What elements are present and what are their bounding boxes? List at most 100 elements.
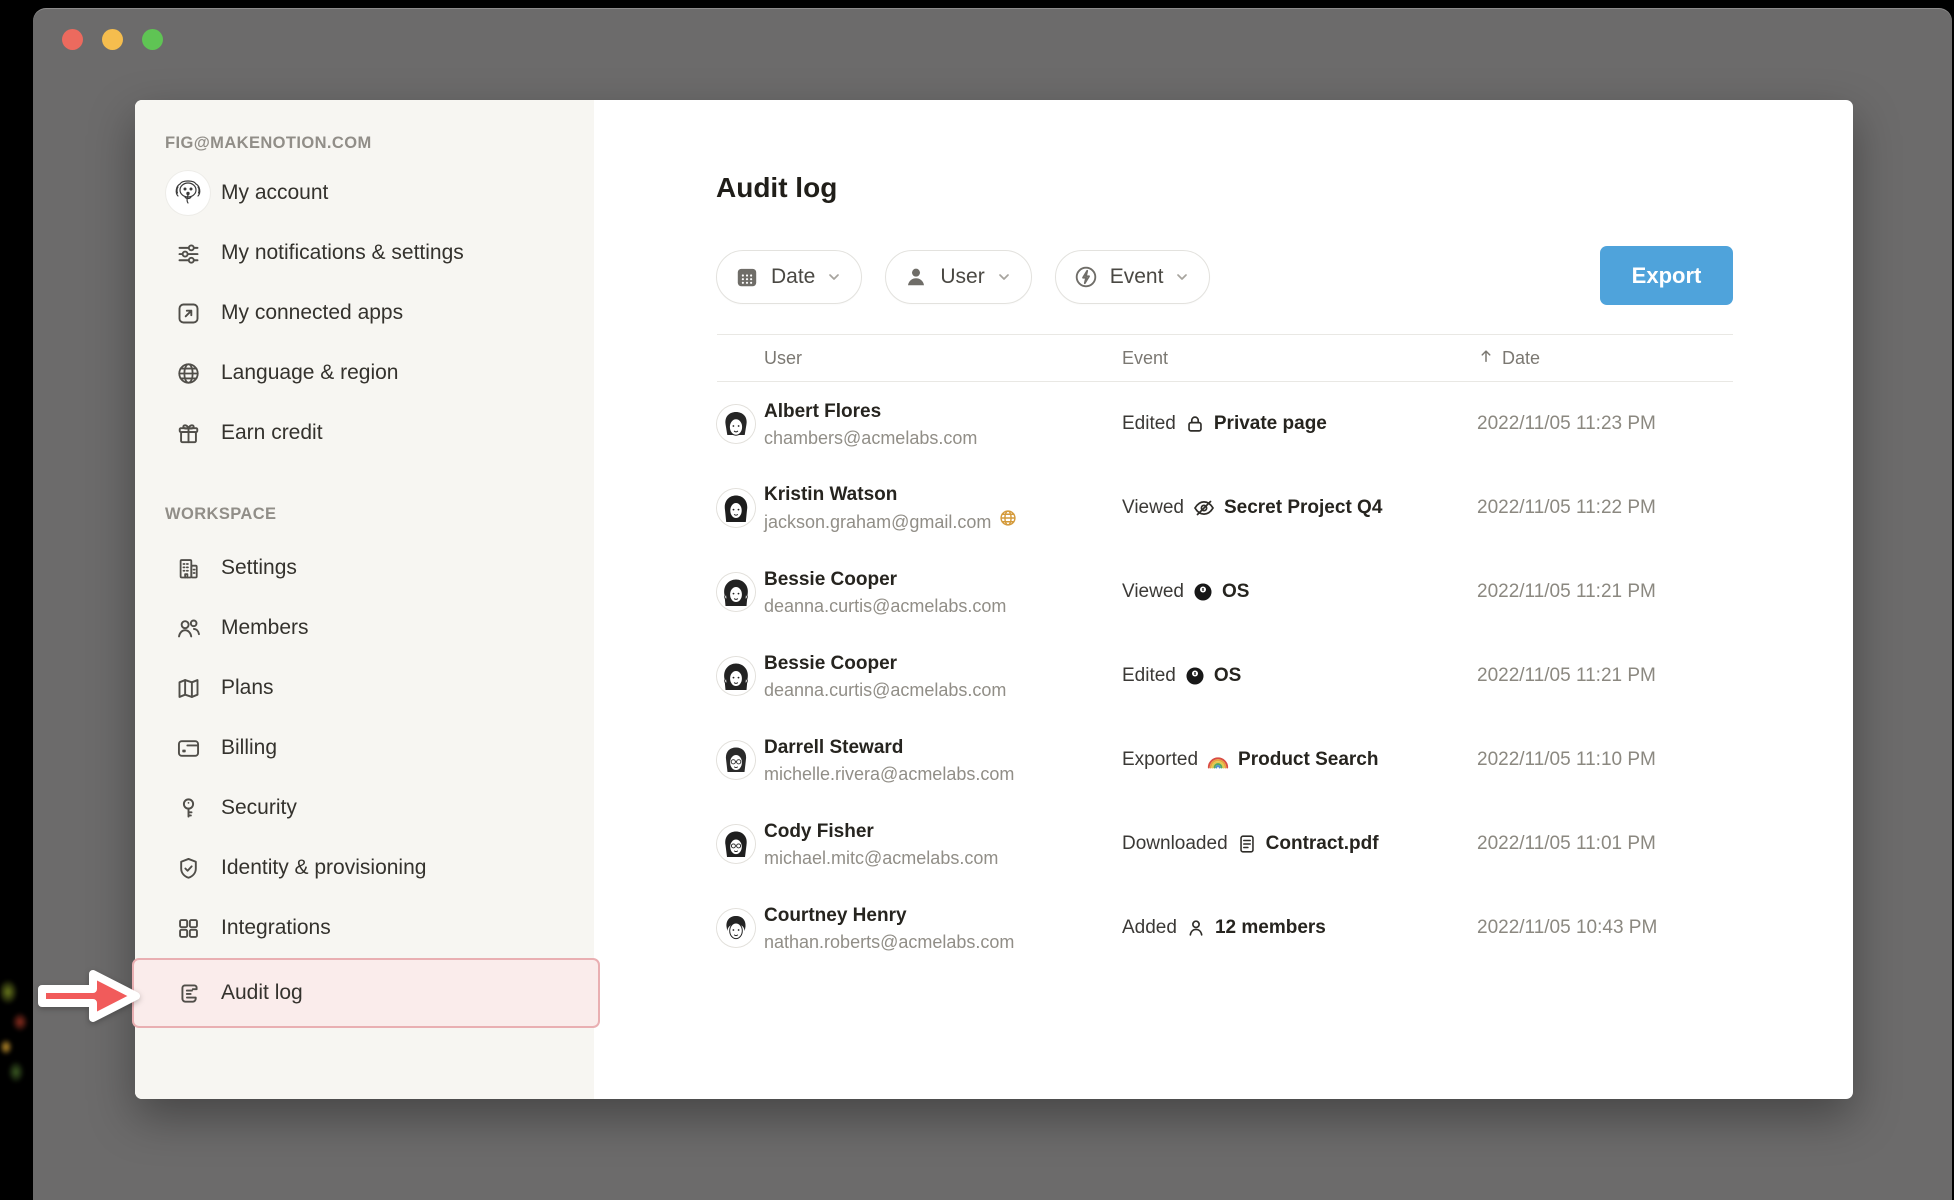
document-icon [1236,833,1258,855]
sidebar-item-notifications-settings[interactable]: My notifications & settings [135,223,594,283]
sidebar-item-label: My account [221,181,328,205]
minimize-button[interactable] [102,29,123,50]
user-name: Bessie Cooper [764,650,1006,677]
column-header-user: User [717,348,1122,369]
chevron-down-icon [996,269,1012,285]
sidebar-item-label: Members [221,616,309,640]
table-row: Albert Flores chambers@acmelabs.com Edit… [717,382,1733,466]
table-row: Cody Fisher michael.mitc@acmelabs.com Do… [717,802,1733,886]
sidebar-item-audit-log[interactable]: Audit log [132,958,600,1028]
desktop-fragment [0,952,34,1102]
user-email: chambers@acmelabs.com [764,425,977,451]
sidebar-item-earn-credit[interactable]: Earn credit [135,403,594,463]
sidebar-item-integrations[interactable]: Integrations [135,898,594,958]
event-filter-button[interactable]: Event [1055,250,1211,304]
event-action: Viewed [1122,497,1184,519]
sidebar-item-members[interactable]: Members [135,598,594,658]
column-header-event: Event [1122,348,1477,369]
table-row: Kristin Watson jackson.graham@gmail.com … [717,466,1733,550]
avatar [717,825,755,863]
people-icon [173,613,203,643]
table-row: Courtney Henry nathan.roberts@acmelabs.c… [717,886,1733,970]
avatar [717,657,755,695]
table-row: Bessie Cooper deanna.curtis@acmelabs.com… [717,634,1733,718]
lock-icon [1184,413,1206,435]
event-object: Private page [1214,413,1327,435]
red-arrow-annotation [36,962,144,1035]
globe-badge-icon [998,508,1018,535]
grid-icon [173,913,203,943]
macos-window: FIG@MAKENOTION.COM My account [33,8,1952,1200]
sidebar-item-label: Language & region [221,361,399,385]
sidebar-item-label: My notifications & settings [221,241,464,265]
sidebar-item-label: Earn credit [221,421,323,445]
calendar-icon [734,264,760,290]
traffic-lights [62,29,163,50]
avatar [717,405,755,443]
column-header-date[interactable]: Date [1477,347,1733,370]
event-date: 2022/11/05 11:01 PM [1477,833,1733,855]
shield-check-icon [173,853,203,883]
event-action: Edited [1122,665,1176,687]
account-avatar [166,171,210,215]
sidebar-item-label: Integrations [221,916,331,940]
sidebar-item-billing[interactable]: Billing [135,718,594,778]
user-name: Albert Flores [764,398,977,425]
map-icon [173,673,203,703]
event-action: Downloaded [1122,833,1228,855]
person-outline-icon [1185,917,1207,939]
user-email: michael.mitc@acmelabs.com [764,845,998,871]
user-email: michelle.rivera@acmelabs.com [764,761,1014,787]
account-email-heading: FIG@MAKENOTION.COM [165,134,594,153]
sidebar-item-connected-apps[interactable]: My connected apps [135,283,594,343]
column-header-date-label: Date [1502,348,1540,369]
sidebar-item-identity-provisioning[interactable]: Identity & provisioning [135,838,594,898]
user-filter-button[interactable]: User [885,250,1031,304]
sidebar-item-settings[interactable]: Settings [135,538,594,598]
eye-off-icon [1192,496,1216,520]
event-object: Product Search [1238,749,1378,771]
person-icon [903,264,929,290]
avatar [717,489,755,527]
settings-modal: FIG@MAKENOTION.COM My account [135,100,1853,1099]
sidebar-item-label: Plans [221,676,274,700]
chevron-down-icon [1174,269,1190,285]
sidebar-item-label: Identity & provisioning [221,856,426,880]
event-date: 2022/11/05 11:21 PM [1477,581,1733,603]
date-filter-button[interactable]: Date [716,250,862,304]
zoom-button[interactable] [142,29,163,50]
sidebar-item-my-account[interactable]: My account [135,163,594,223]
rainbow-icon [1206,748,1230,772]
user-email: nathan.roberts@acmelabs.com [764,929,1014,955]
export-button[interactable]: Export [1600,246,1733,305]
event-date: 2022/11/05 11:23 PM [1477,413,1733,435]
avatar [717,741,755,779]
user-email: deanna.curtis@acmelabs.com [764,677,1006,703]
scroll-icon [173,978,203,1008]
event-object: OS [1214,665,1241,687]
sidebar-item-label: Security [221,796,297,820]
sidebar-item-label: Settings [221,556,297,580]
event-action: Viewed [1122,581,1184,603]
building-icon [173,553,203,583]
sidebar-item-security[interactable]: Security [135,778,594,838]
sidebar-item-language-region[interactable]: Language & region [135,343,594,403]
sidebar-item-label: My connected apps [221,301,403,325]
key-icon [173,793,203,823]
user-name: Kristin Watson [764,481,1018,508]
arrow-up-right-box-icon [173,298,203,328]
page-title: Audit log [716,172,837,204]
sliders-icon [173,238,203,268]
gift-icon [173,418,203,448]
event-date: 2022/11/05 11:10 PM [1477,749,1733,771]
event-object: 12 members [1215,917,1326,939]
filter-label: Date [771,265,815,289]
event-date: 2022/11/05 10:43 PM [1477,917,1733,939]
close-button[interactable] [62,29,83,50]
user-name: Cody Fisher [764,818,998,845]
user-email: deanna.curtis@acmelabs.com [764,593,1006,619]
sidebar-item-plans[interactable]: Plans [135,658,594,718]
settings-sidebar: FIG@MAKENOTION.COM My account [135,100,594,1099]
user-name: Darrell Steward [764,734,1014,761]
sidebar-item-label: Audit log [221,981,303,1005]
